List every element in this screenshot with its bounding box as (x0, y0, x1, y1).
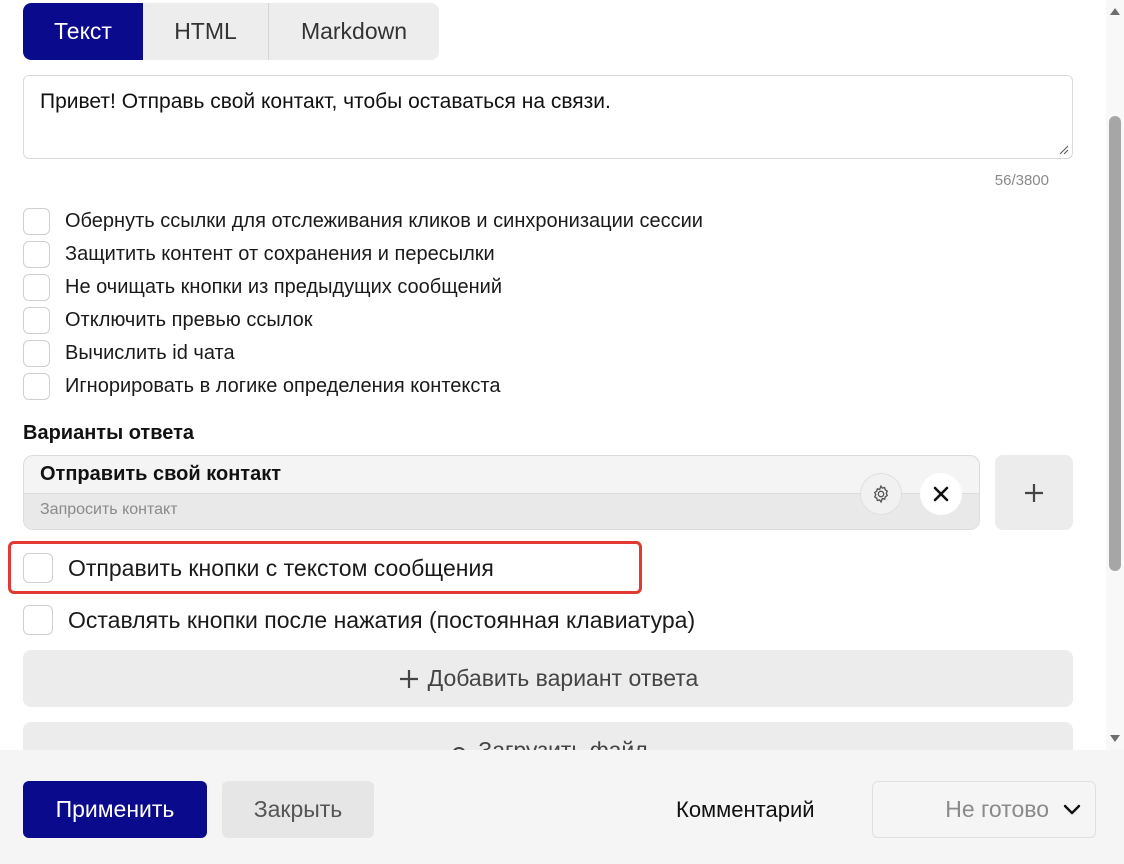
status-value: Не готово (945, 796, 1049, 822)
resize-grip-icon[interactable] (1059, 145, 1069, 155)
chevron-down-icon (1063, 804, 1081, 816)
add-answer-inline-button[interactable] (995, 455, 1073, 530)
answer-title: Отправить свой контакт (40, 463, 281, 485)
close-button[interactable]: Закрыть (222, 781, 374, 838)
char-counter: 56/3800 (994, 172, 1049, 189)
close-icon (933, 486, 949, 502)
checkbox[interactable] (23, 372, 50, 400)
checkbox[interactable] (23, 339, 50, 367)
answer-delete-button[interactable] (920, 473, 962, 515)
message-text: Привет! Отправь свой контакт, чтобы оста… (40, 90, 611, 113)
upload-file-label: Загрузить файл (478, 737, 648, 750)
plus-icon (1025, 483, 1043, 502)
scroll-down-arrow-icon[interactable] (1110, 735, 1120, 742)
option-label: Игнорировать в логике определения контек… (65, 374, 501, 397)
checkbox[interactable] (23, 306, 50, 334)
format-tabs: Текст HTML Markdown (23, 3, 439, 60)
plus-icon (398, 668, 420, 690)
option-protect-content[interactable]: Защитить контент от сохранения и пересыл… (23, 240, 495, 268)
checkbox[interactable] (23, 553, 53, 583)
add-answer-button[interactable]: Добавить вариант ответа (23, 650, 1073, 707)
option-label: Оставлять кнопки после нажатия (постоянн… (68, 606, 696, 633)
checkbox[interactable] (23, 273, 50, 301)
scroll-area: Текст HTML Markdown Привет! Отправь свой… (0, 0, 1106, 750)
tab-markdown[interactable]: Markdown (269, 3, 439, 60)
scrollbar-thumb[interactable] (1109, 116, 1121, 571)
tab-html[interactable]: HTML (143, 3, 269, 60)
option-keep-buttons[interactable]: Не очищать кнопки из предыдущих сообщени… (23, 273, 502, 301)
option-label: Обернуть ссылки для отслеживания кликов … (65, 209, 703, 232)
option-label: Не очищать кнопки из предыдущих сообщени… (65, 275, 503, 298)
answer-settings-button[interactable] (860, 473, 902, 515)
apply-button[interactable]: Применить (23, 781, 207, 838)
option-chat-id[interactable]: Вычислить id чата (23, 339, 235, 367)
option-disable-preview[interactable]: Отключить превью ссылок (23, 306, 312, 334)
upload-icon (448, 740, 470, 750)
add-answer-label: Добавить вариант ответа (427, 665, 699, 691)
option-wrap-links[interactable]: Обернуть ссылки для отслеживания кликов … (23, 207, 703, 235)
tab-text[interactable]: Текст (23, 3, 143, 60)
checkbox[interactable] (23, 207, 50, 235)
answer-card[interactable]: Отправить свой контакт Запросить контакт (23, 455, 980, 530)
footer-bar: Применить Закрыть Комментарий Не готово (0, 750, 1124, 864)
checkbox[interactable] (23, 605, 53, 635)
option-label: Защитить контент от сохранения и пересыл… (65, 242, 495, 265)
option-persistent-keyboard[interactable]: Оставлять кнопки после нажатия (постоянн… (23, 605, 695, 635)
answers-section-title: Варианты ответа (23, 422, 195, 444)
option-label: Вычислить id чата (65, 341, 235, 364)
answer-subtitle: Запросить контакт (24, 493, 979, 529)
scroll-up-arrow-icon[interactable] (1110, 8, 1120, 15)
checkbox[interactable] (23, 240, 50, 268)
comment-link[interactable]: Комментарий (676, 797, 815, 823)
option-label: Отправить кнопки с текстом сообщения (68, 554, 494, 581)
option-send-buttons-with-text[interactable]: Отправить кнопки с текстом сообщения (23, 553, 494, 583)
option-label: Отключить превью ссылок (65, 308, 313, 331)
option-ignore-context[interactable]: Игнорировать в логике определения контек… (23, 372, 500, 400)
scrollbar[interactable] (1106, 0, 1124, 750)
gear-icon (873, 484, 889, 504)
message-textarea[interactable]: Привет! Отправь свой контакт, чтобы оста… (23, 75, 1073, 159)
status-select[interactable]: Не готово (872, 781, 1096, 838)
upload-file-button[interactable]: Загрузить файл (23, 722, 1073, 750)
